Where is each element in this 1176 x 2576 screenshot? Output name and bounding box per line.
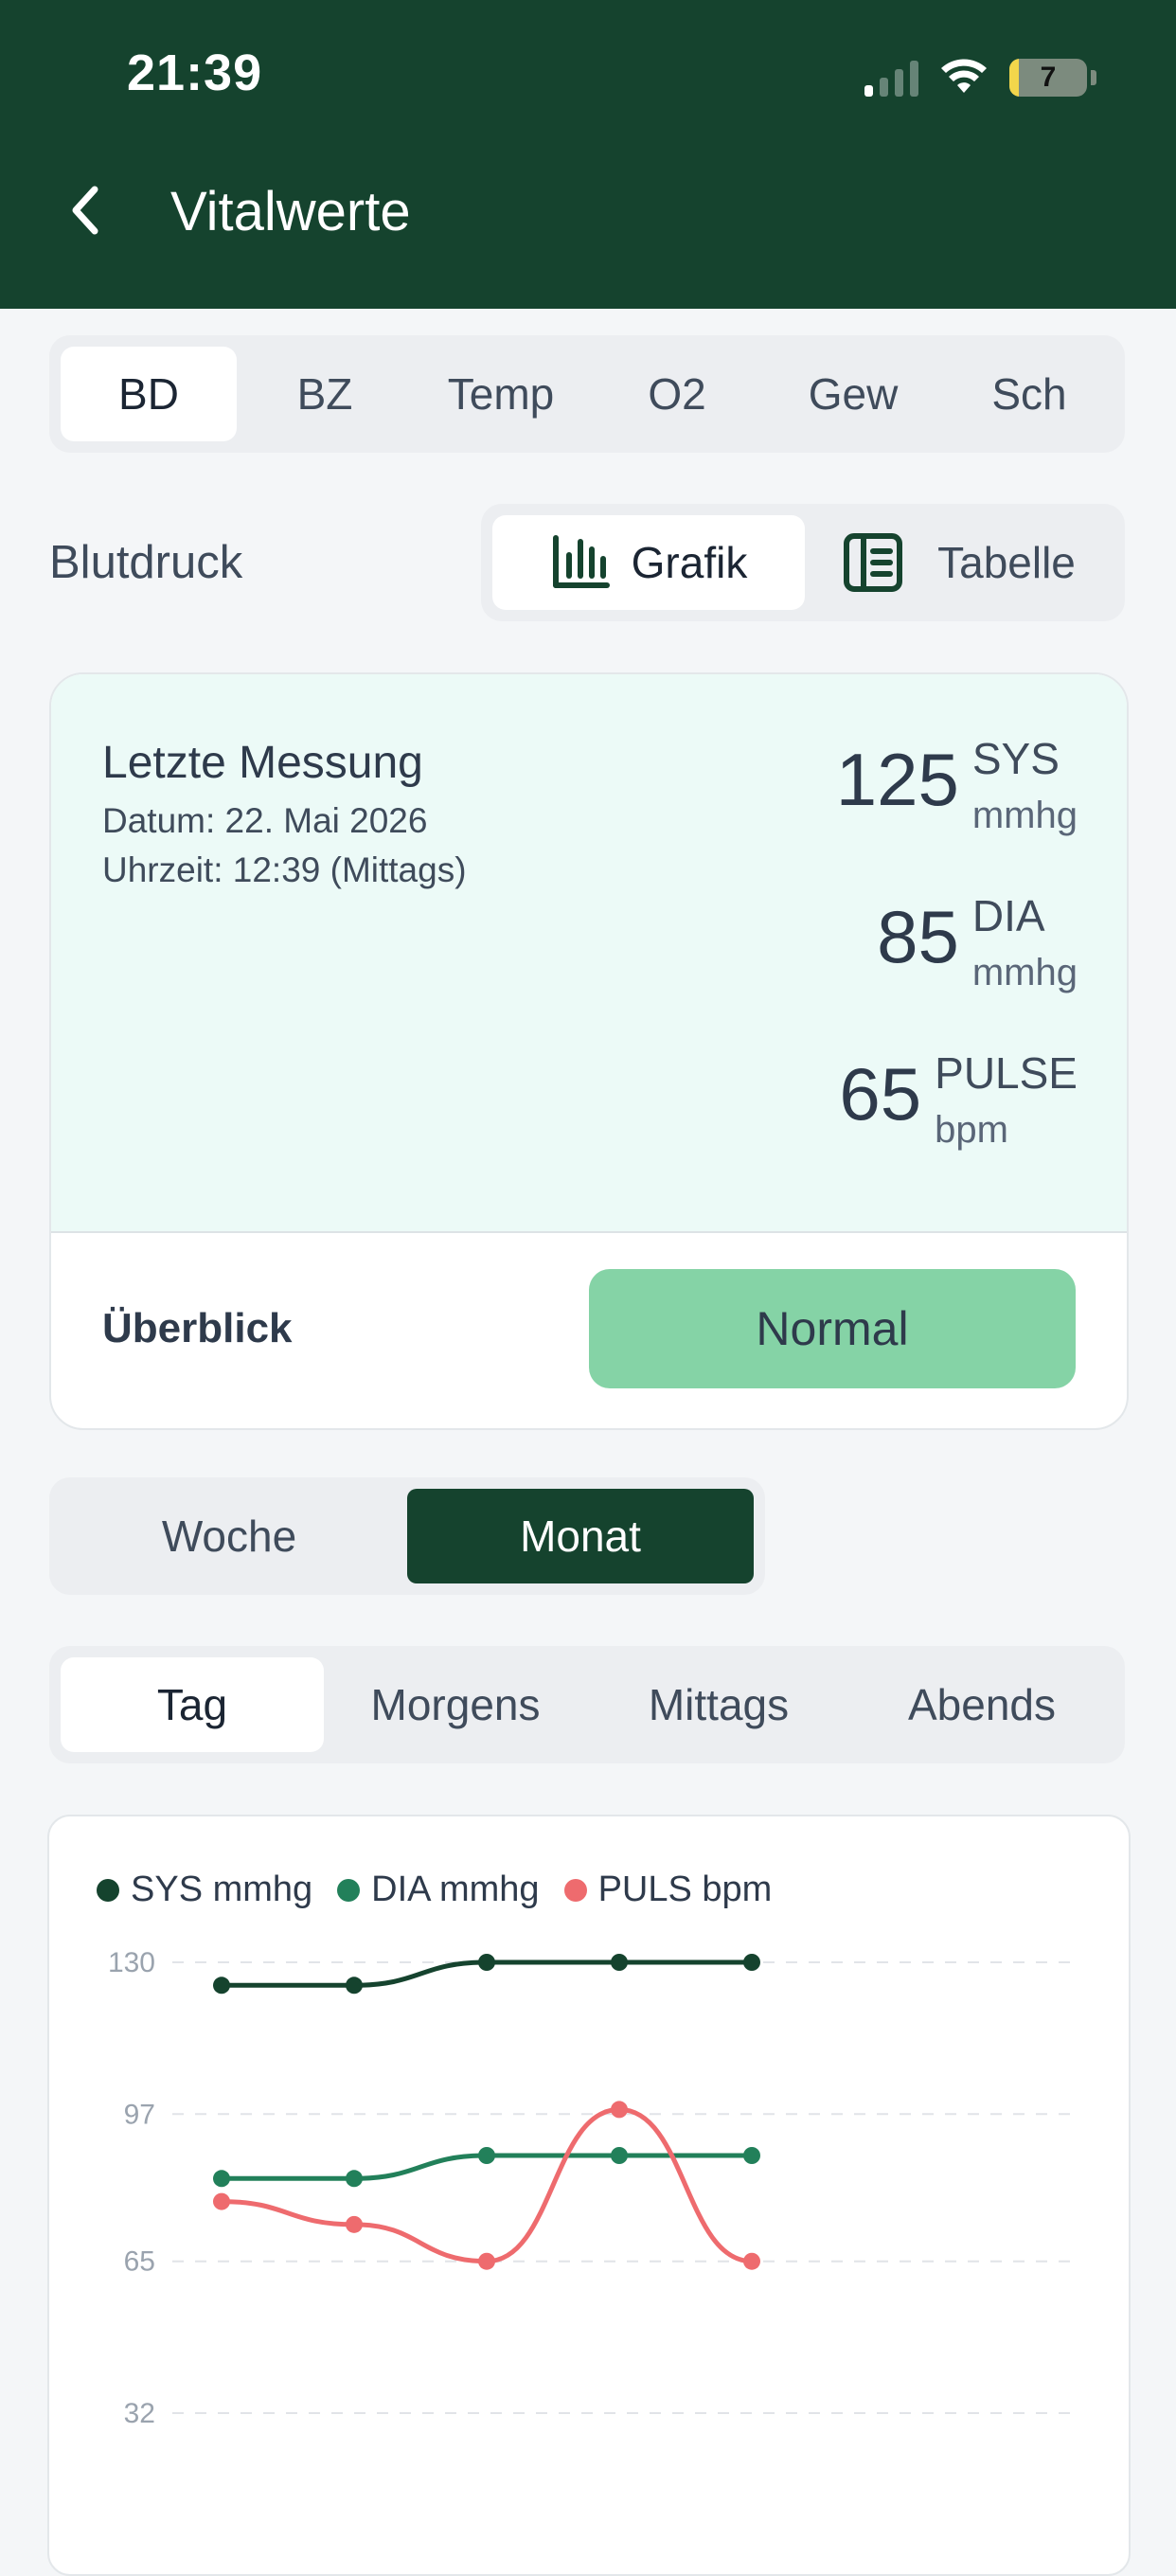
y-tick-label: 32 (124, 2398, 155, 2429)
data-point (743, 2147, 760, 2164)
reading-unit: mmhg (971, 952, 1078, 994)
data-point (346, 2215, 363, 2233)
tab-tag[interactable]: Tag (61, 1657, 324, 1752)
tab-temp[interactable]: Temp (413, 347, 589, 441)
tab-mittags[interactable]: Mittags (587, 1657, 850, 1752)
reading-sys: 125 SYS mmhg (836, 733, 1078, 846)
reading-value: 125 (835, 738, 959, 821)
data-point (478, 2147, 495, 2164)
reading-unit: mmhg (971, 795, 1078, 837)
section-title: Blutdruck (49, 537, 243, 588)
measurement-time: Uhrzeit: 12:39 (Mittags) (102, 850, 467, 889)
back-button[interactable] (62, 182, 110, 239)
data-point (346, 1977, 363, 1995)
table-view-button[interactable]: Tabelle (805, 515, 1114, 610)
data-point (478, 1954, 495, 1971)
week-button[interactable]: Woche (61, 1489, 398, 1583)
reading-pulse: 65 PULSE bpm (839, 1047, 1078, 1160)
status-badge: Normal (589, 1269, 1076, 1388)
reading-label: DIA (971, 891, 1045, 940)
period-toggle: Woche Monat (49, 1477, 765, 1595)
tab-abends[interactable]: Abends (850, 1657, 1114, 1752)
data-point (611, 2101, 628, 2119)
last-measurement-title: Letzte Messung (102, 738, 423, 788)
month-button[interactable]: Monat (407, 1489, 754, 1583)
data-point (611, 1954, 628, 1971)
data-point (346, 2170, 363, 2188)
app-header: 21:39 7 Vitalwerte (0, 0, 1176, 309)
reading-label: PULSE (935, 1048, 1078, 1098)
last-measurement-card: Letzte Messung Datum: 22. Mai 2026 Uhrze… (49, 672, 1129, 1430)
chart-card: SYS mmhg DIA mmhg PULS bpm 130 97 65 32 (47, 1815, 1131, 2576)
y-tick-label: 65 (124, 2246, 155, 2278)
data-point (611, 2147, 628, 2164)
cellular-signal-icon (864, 59, 918, 97)
page-title: Vitalwerte (170, 181, 411, 242)
wifi-icon (941, 59, 987, 93)
table-icon (844, 533, 903, 592)
line-chart: 130 97 65 32 (108, 1947, 1081, 2429)
reading-label: SYS (971, 734, 1060, 783)
battery-level: 7 (1040, 62, 1057, 93)
status-time: 21:39 (127, 45, 263, 101)
data-point (213, 2170, 230, 2188)
tab-bz[interactable]: BZ (237, 347, 413, 441)
table-view-label: Tabelle (937, 538, 1076, 587)
data-point (213, 2192, 230, 2210)
vital-type-tabs: BD BZ Temp O2 Gew Sch (49, 335, 1125, 453)
chart-view-button[interactable]: Grafik (492, 515, 805, 610)
data-point (743, 1954, 760, 1971)
y-tick-label: 130 (108, 1947, 155, 1978)
data-point (478, 2252, 495, 2270)
bar-chart-icon (552, 535, 610, 588)
series-line (221, 2106, 753, 2264)
tab-sch[interactable]: Sch (941, 347, 1117, 441)
reading-dia: 85 DIA mmhg (877, 890, 1078, 1003)
tab-gew[interactable]: Gew (765, 347, 941, 441)
time-of-day-tabs: Tag Morgens Mittags Abends (49, 1646, 1125, 1763)
reading-unit: bpm (935, 1109, 1008, 1152)
tab-morgens[interactable]: Morgens (324, 1657, 587, 1752)
data-point (743, 2252, 760, 2270)
measurement-date: Datum: 22. Mai 2026 (102, 801, 428, 840)
data-point (213, 1977, 230, 1995)
chevron-left-icon (72, 186, 98, 235)
last-measurement-panel: Letzte Messung Datum: 22. Mai 2026 Uhrze… (51, 674, 1127, 1233)
chart-view-label: Grafik (631, 538, 748, 587)
view-toggle: Grafik Tabelle (481, 504, 1125, 621)
tab-bd[interactable]: BD (61, 347, 237, 441)
y-tick-label: 97 (124, 2099, 155, 2130)
status-icons: 7 (864, 55, 1096, 100)
reading-value: 65 (839, 1052, 922, 1136)
overview-label: Überblick (102, 1305, 293, 1351)
battery-icon: 7 (1009, 59, 1087, 97)
reading-value: 85 (877, 895, 959, 978)
tab-o2[interactable]: O2 (589, 347, 765, 441)
